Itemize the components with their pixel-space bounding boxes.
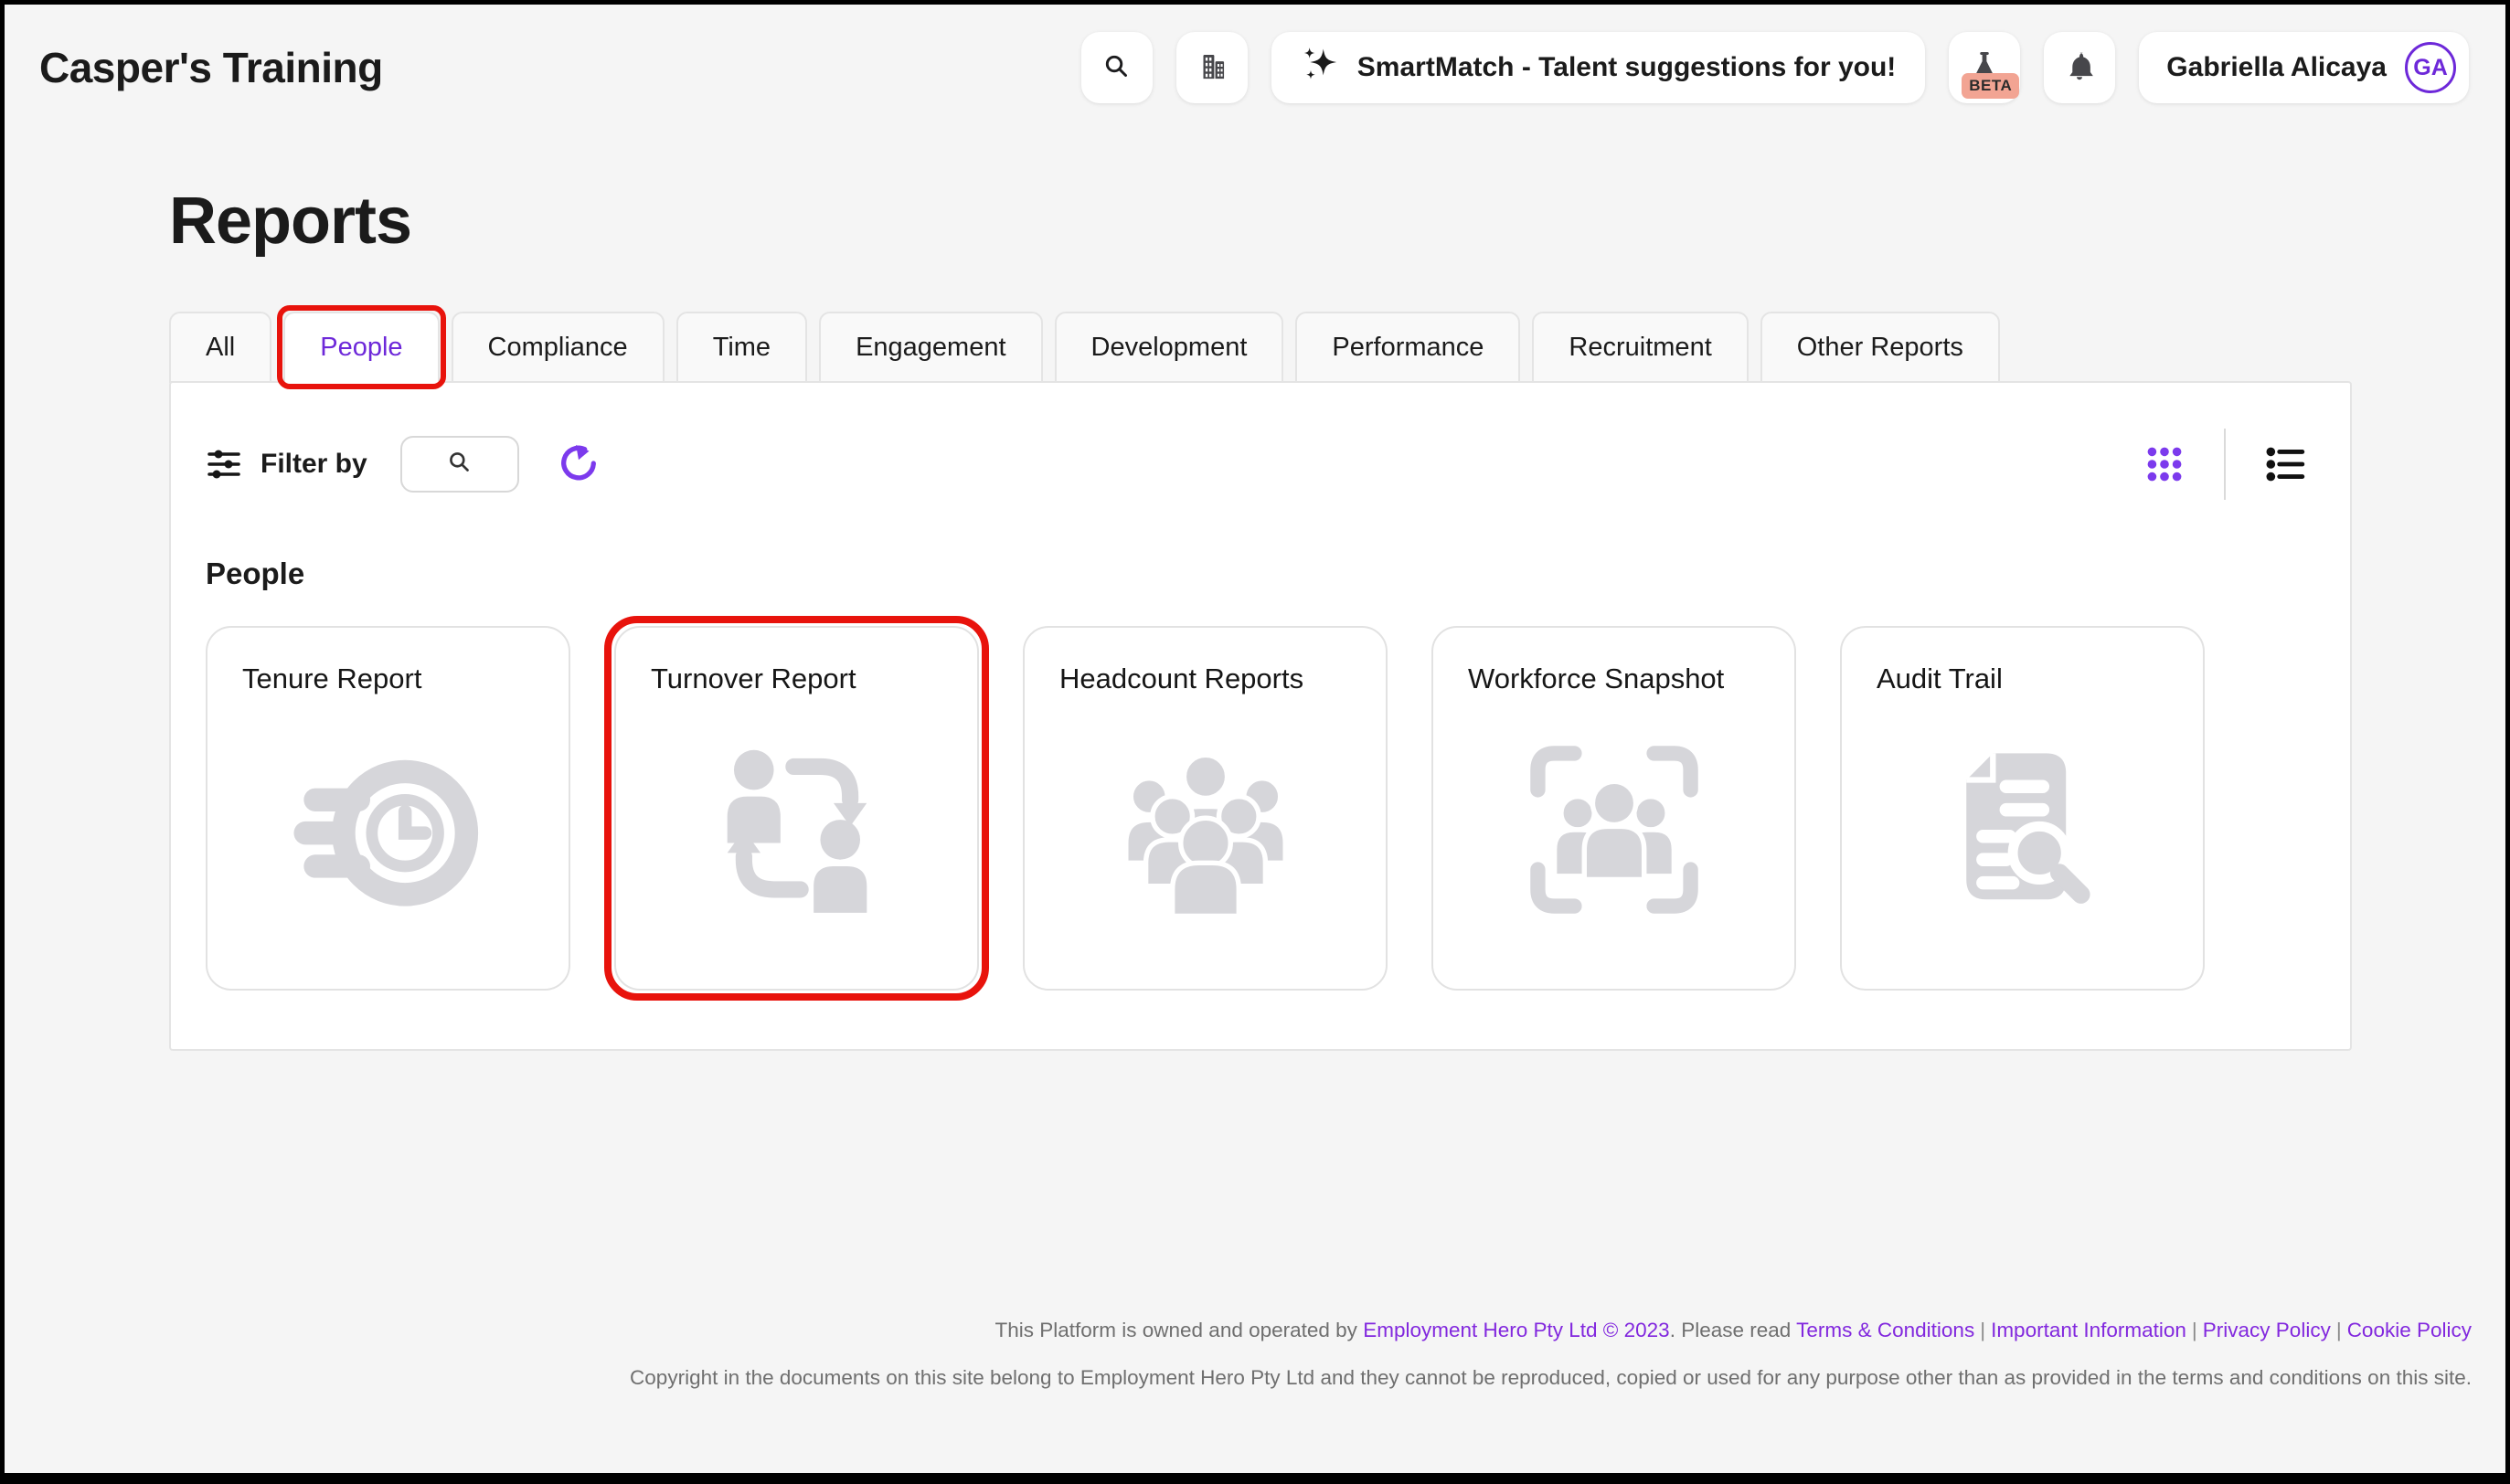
card-title: Turnover Report [651,662,942,695]
footer-text: This Platform is owned and operated by [994,1319,1363,1341]
workforce-snapshot-icon [1515,730,1714,929]
search-icon [444,447,475,482]
tab-compliance[interactable]: Compliance [452,312,665,383]
report-category-tabs: AllPeopleComplianceTimeEngagementDevelop… [169,312,2352,383]
search-icon [1100,49,1134,87]
card-title: Workforce Snapshot [1468,662,1760,695]
headcount-crowd-icon [1106,730,1305,929]
tab-people[interactable]: People [283,312,439,383]
tab-development[interactable]: Development [1055,312,1284,383]
turnover-cycle-icon [697,730,897,929]
top-bar-actions: SmartMatch - Talent suggestions for you!… [1081,32,2469,103]
page-footer: This Platform is owned and operated by E… [5,1307,2505,1473]
refresh-icon [558,443,600,485]
footer-link-employment-hero-pty-ltd-2023[interactable]: Employment Hero Pty Ltd © 2023 [1363,1319,1670,1341]
footer-copyright-line: Copyright in the documents on this site … [5,1354,2472,1402]
highlight-annotation [277,305,445,389]
sparkles-icon [1301,44,1341,91]
view-controls [2143,429,2306,500]
audit-trail-icon [1923,730,2122,929]
tab-all[interactable]: All [169,312,271,383]
filter-by-label: Filter by [261,449,367,480]
avatar: GA [2405,42,2456,93]
section-heading: People [204,556,2306,591]
reports-panel: Filter by [169,381,2352,1051]
card-title: Audit Trail [1877,662,2168,695]
page-title: Reports [169,184,2352,259]
footer-separator: | [2331,1319,2347,1341]
footer-text: . Please read [1670,1319,1796,1341]
smartmatch-label: SmartMatch - Talent suggestions for you! [1357,52,1897,83]
card-title: Tenure Report [242,662,534,695]
footer-link-privacy-policy[interactable]: Privacy Policy [2203,1319,2331,1341]
footer-separator: | [2186,1319,2203,1341]
bell-icon [2062,49,2097,87]
footer-link-terms-conditions[interactable]: Terms & Conditions [1796,1319,1974,1341]
card-audit-trail[interactable]: Audit Trail [1840,626,2205,991]
card-tenure-report[interactable]: Tenure Report [206,626,570,991]
organisation-button[interactable] [1176,32,1248,103]
tenure-clock-icon [289,730,488,929]
user-menu[interactable]: Gabriella Alicaya GA [2139,32,2469,103]
tab-other-reports[interactable]: Other Reports [1760,312,2000,383]
smartmatch-button[interactable]: SmartMatch - Talent suggestions for you! [1271,32,1926,103]
grid-view-button[interactable] [2143,443,2186,485]
search-button[interactable] [1081,32,1153,103]
footer-legal-line: This Platform is owned and operated by E… [5,1307,2472,1354]
card-workforce-snapshot[interactable]: Workforce Snapshot [1431,626,1796,991]
list-view-button[interactable] [2264,443,2306,485]
filter-sliders-icon [204,444,244,484]
card-title: Headcount Reports [1059,662,1351,695]
reports-toolbar: Filter by [204,429,2306,500]
main-content: Reports AllPeopleComplianceTimeEngagemen… [5,103,2505,1307]
footer-separator: | [1974,1319,1991,1341]
labs-button[interactable]: BETA [1949,32,2020,103]
top-bar: Casper's Training SmartMatch - Talent su… [5,5,2505,103]
beta-badge: BETA [1962,73,2019,99]
footer-link-important-information[interactable]: Important Information [1991,1319,2186,1341]
view-toggle-divider [2224,429,2226,500]
footer-link-cookie-policy[interactable]: Cookie Policy [2347,1319,2472,1341]
tab-time[interactable]: Time [676,312,807,383]
reset-filters-button[interactable] [558,443,600,485]
card-headcount-reports[interactable]: Headcount Reports [1023,626,1388,991]
tab-engagement[interactable]: Engagement [819,312,1042,383]
card-turnover-report[interactable]: Turnover Report [614,626,979,991]
grid-view-icon [2143,443,2186,485]
tab-recruitment[interactable]: Recruitment [1532,312,1748,383]
buildings-icon [1195,49,1229,87]
report-cards: Tenure Report Turnover Report Headcount Re… [204,626,2306,991]
user-name: Gabriella Alicaya [2166,52,2387,83]
list-view-icon [2264,443,2306,485]
tab-performance[interactable]: Performance [1295,312,1520,383]
reports-search-input[interactable] [400,436,519,493]
notifications-button[interactable] [2044,32,2115,103]
app-title: Casper's Training [39,43,383,92]
